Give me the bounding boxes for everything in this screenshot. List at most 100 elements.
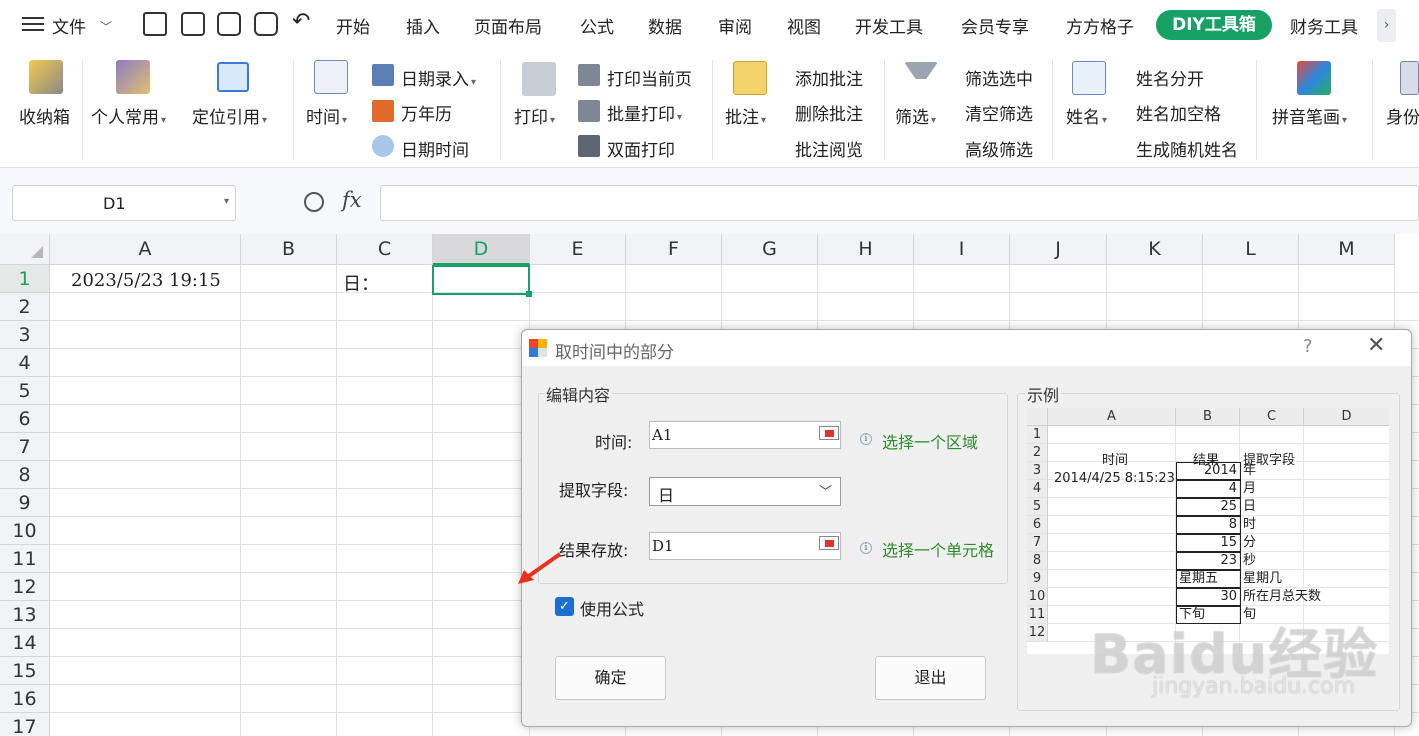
- tab-review[interactable]: 审阅: [718, 13, 752, 38]
- add-comment-button[interactable]: 添加批注: [795, 65, 863, 90]
- more-tabs-button[interactable]: ›: [1377, 9, 1396, 42]
- column-header[interactable]: H: [818, 234, 914, 265]
- date-time-button[interactable]: 日期时间: [401, 136, 469, 161]
- row-header[interactable]: 16: [0, 685, 50, 713]
- file-menu[interactable]: 文件: [52, 13, 86, 38]
- menu-icon[interactable]: [22, 14, 44, 34]
- close-button[interactable]: ✕: [1367, 333, 1385, 358]
- filter-button[interactable]: 筛选 ▾: [895, 103, 936, 128]
- personal-button[interactable]: 个人常用 ▾: [91, 103, 166, 128]
- batch-print-button[interactable]: 批量打印 ▾: [607, 100, 682, 125]
- range-picker-icon[interactable]: [819, 426, 839, 440]
- active-cell-d1[interactable]: [432, 265, 532, 297]
- name-button[interactable]: 姓名 ▾: [1066, 103, 1107, 128]
- row-header[interactable]: 13: [0, 601, 50, 629]
- field-select[interactable]: 日 ﹀: [649, 477, 841, 506]
- ok-button[interactable]: 确定: [555, 656, 666, 700]
- row-header[interactable]: 3: [0, 321, 50, 349]
- tab-finance[interactable]: 财务工具: [1290, 13, 1358, 38]
- time-button[interactable]: 时间 ▾: [306, 103, 347, 128]
- name-space-button[interactable]: 姓名加空格: [1136, 100, 1221, 125]
- duplex-print-button[interactable]: 双面打印: [607, 136, 675, 161]
- cell-picker-icon[interactable]: [819, 536, 839, 550]
- delete-comment-button[interactable]: 删除批注: [795, 100, 863, 125]
- row-header[interactable]: 4: [0, 349, 50, 377]
- row-header[interactable]: 7: [0, 433, 50, 461]
- split-name-button[interactable]: 姓名分开: [1136, 65, 1204, 90]
- column-header[interactable]: L: [1203, 234, 1299, 265]
- column-header[interactable]: C: [337, 234, 433, 265]
- tab-member[interactable]: 会员专享: [961, 13, 1029, 38]
- print-icon[interactable]: [217, 12, 241, 36]
- result-input[interactable]: D1: [649, 532, 841, 560]
- exit-button[interactable]: 退出: [875, 656, 986, 700]
- row-header[interactable]: 6: [0, 405, 50, 433]
- chevron-down-icon[interactable]: ▾: [224, 196, 229, 207]
- cell-c1[interactable]: 日：: [343, 270, 379, 296]
- column-header[interactable]: M: [1299, 234, 1395, 265]
- print-preview-icon[interactable]: [254, 12, 278, 36]
- review-comment-button[interactable]: 批注阅览: [795, 136, 863, 161]
- locate-button[interactable]: 定位引用 ▾: [192, 103, 267, 128]
- fx-icon[interactable]: fx: [342, 188, 362, 212]
- name-box[interactable]: D1 ▾: [12, 185, 236, 221]
- chevron-down-icon[interactable]: ﹀: [100, 18, 112, 35]
- tab-home[interactable]: 开始: [336, 13, 370, 38]
- clear-filter-button[interactable]: 清空筛选: [965, 100, 1033, 125]
- row-header[interactable]: 2: [0, 293, 50, 321]
- column-header[interactable]: G: [722, 234, 818, 265]
- tab-data[interactable]: 数据: [648, 13, 682, 38]
- row-header[interactable]: 8: [0, 461, 50, 489]
- column-header[interactable]: K: [1107, 234, 1203, 265]
- date-entry-button[interactable]: 日期录入 ▾: [401, 65, 476, 90]
- tab-page-layout[interactable]: 页面布局: [474, 13, 542, 38]
- row-header[interactable]: 17: [0, 713, 50, 736]
- print-button[interactable]: 打印 ▾: [514, 103, 555, 128]
- help-button[interactable]: ?: [1303, 336, 1313, 357]
- store-button[interactable]: 收纳箱: [19, 103, 70, 128]
- cell-a1[interactable]: 2023/5/23 19:15: [71, 270, 221, 291]
- tab-formula[interactable]: 公式: [580, 13, 614, 38]
- tab-insert[interactable]: 插入: [406, 13, 440, 38]
- zoom-icon[interactable]: [304, 192, 324, 212]
- filter-selected-button[interactable]: 筛选选中: [965, 65, 1033, 90]
- row-header[interactable]: 11: [0, 545, 50, 573]
- row-header[interactable]: 10: [0, 517, 50, 545]
- column-header[interactable]: I: [914, 234, 1010, 265]
- column-header[interactable]: E: [530, 234, 626, 265]
- filter-icon: [904, 62, 938, 96]
- perpetual-calendar-button[interactable]: 万年历: [401, 100, 452, 125]
- tab-fangfang[interactable]: 方方格子: [1066, 13, 1134, 38]
- time-input[interactable]: A1: [649, 421, 841, 449]
- select-all-corner[interactable]: [0, 234, 50, 265]
- comment-icon: [733, 61, 767, 95]
- export-icon[interactable]: [181, 12, 205, 36]
- row-header[interactable]: 12: [0, 573, 50, 601]
- comment-button[interactable]: 批注 ▾: [725, 103, 766, 128]
- column-header[interactable]: J: [1010, 234, 1107, 265]
- save-icon[interactable]: [143, 12, 167, 36]
- advanced-filter-button[interactable]: 高级筛选: [965, 136, 1033, 161]
- pinyin-button[interactable]: 拼音笔画 ▾: [1272, 103, 1347, 128]
- tab-diy-toolbox[interactable]: DIY工具箱: [1156, 10, 1272, 40]
- use-formula-checkbox[interactable]: ✓: [555, 597, 574, 616]
- undo-icon[interactable]: ↶: [292, 9, 310, 34]
- row-header[interactable]: 9: [0, 489, 50, 517]
- row-header[interactable]: 14: [0, 629, 50, 657]
- example-field-name: 星期几: [1243, 571, 1283, 586]
- column-header[interactable]: F: [626, 234, 722, 265]
- row-header[interactable]: 15: [0, 657, 50, 685]
- example-row-header: 12: [1027, 624, 1048, 642]
- formula-input[interactable]: [380, 185, 1419, 221]
- example-corner: [1027, 408, 1048, 426]
- column-header[interactable]: A: [50, 234, 241, 265]
- tab-developer[interactable]: 开发工具: [855, 13, 923, 38]
- column-header[interactable]: D: [433, 234, 530, 265]
- column-header[interactable]: B: [241, 234, 337, 265]
- id-button[interactable]: 身份: [1386, 103, 1419, 128]
- print-current-button[interactable]: 打印当前页: [607, 65, 692, 90]
- random-name-button[interactable]: 生成随机姓名: [1136, 136, 1238, 161]
- row-header[interactable]: 1: [0, 265, 50, 293]
- row-header[interactable]: 5: [0, 377, 50, 405]
- tab-view[interactable]: 视图: [787, 13, 821, 38]
